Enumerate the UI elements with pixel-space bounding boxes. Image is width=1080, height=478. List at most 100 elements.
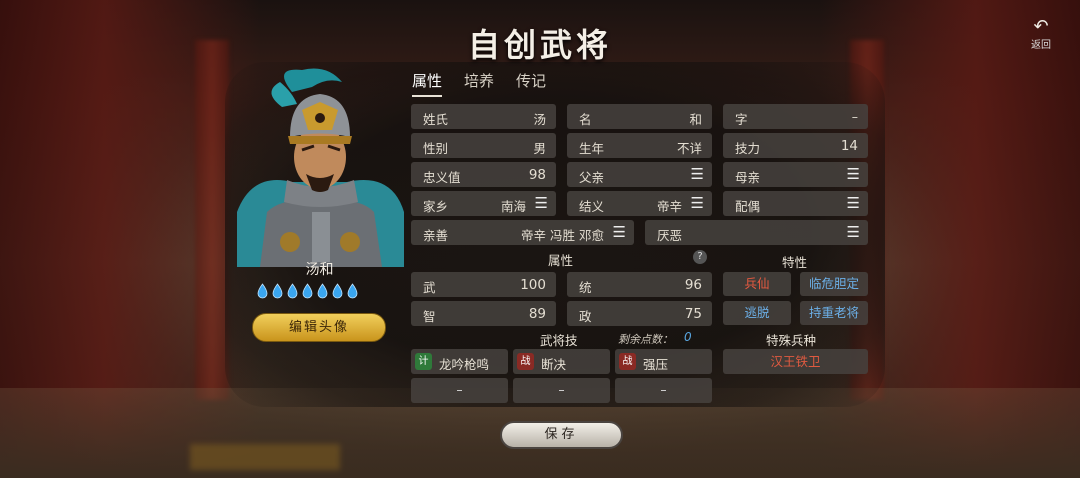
tab-bar: 属性 培养 传记	[412, 70, 546, 97]
menu-icon[interactable]: ☰	[847, 195, 860, 211]
field-label: 生年	[579, 141, 605, 156]
skill-slot[interactable]: 战 强压	[615, 349, 712, 374]
skill-slot[interactable]: 战 断决	[513, 349, 610, 374]
hero-portrait	[232, 62, 407, 267]
field-label: 家乡	[423, 199, 449, 214]
star-gem-icon	[287, 283, 298, 299]
menu-icon[interactable]: ☰	[847, 166, 860, 182]
back-label: 返回	[1031, 40, 1051, 51]
field-friendly[interactable]: 亲善 帝辛 冯胜 邓愈 ☰	[411, 220, 634, 245]
menu-icon[interactable]: ☰	[535, 195, 548, 211]
back-arrow-icon: ↶	[1033, 16, 1049, 37]
menu-icon[interactable]: ☰	[691, 195, 704, 211]
field-courtesy-name[interactable]: 字 –	[723, 104, 868, 129]
hero-portrait-image	[237, 68, 404, 267]
field-skill-power[interactable]: 技力 14	[723, 133, 868, 158]
stat-intellect[interactable]: 智 89	[411, 301, 556, 326]
skill-type-badge: 战	[517, 353, 534, 370]
star-gem-icon	[302, 283, 313, 299]
star-gem-icon	[332, 283, 343, 299]
field-label: 配偶	[735, 199, 761, 214]
tab-attributes[interactable]: 属性	[412, 70, 443, 97]
skill-name: 龙吟枪鸣	[439, 357, 490, 372]
field-label: 姓氏	[423, 112, 449, 127]
edit-portrait-button[interactable]: 编辑头像	[252, 313, 386, 342]
special-troop-section-title: 特殊兵种	[766, 333, 817, 348]
field-surname[interactable]: 姓氏 汤	[411, 104, 556, 129]
menu-icon[interactable]: ☰	[691, 166, 704, 182]
star-gem-icon	[317, 283, 328, 299]
stat-value: 96	[684, 277, 702, 293]
skill-name: 强压	[643, 357, 669, 372]
field-label: 结义	[579, 199, 605, 214]
field-father[interactable]: 父亲 ☰	[567, 162, 712, 187]
field-loyalty[interactable]: 忠义值 98	[411, 162, 556, 187]
field-label: 技力	[735, 141, 761, 156]
field-given-name[interactable]: 名 和	[567, 104, 712, 129]
field-label: 忠义值	[423, 170, 461, 185]
empty-skill-slot[interactable]: –	[411, 378, 508, 403]
empty-slot-dash: –	[660, 382, 667, 397]
special-troop-slot[interactable]: 汉王铁卫	[723, 349, 868, 374]
trait-item[interactable]: 持重老将	[800, 301, 868, 325]
trait-item[interactable]: 兵仙	[723, 272, 791, 296]
field-hometown[interactable]: 家乡 南海 ☰	[411, 191, 556, 216]
skills-section-title: 武将技	[540, 333, 578, 348]
skill-name: 断决	[541, 357, 567, 372]
field-label: 名	[579, 112, 592, 127]
field-value: –	[851, 109, 858, 124]
background-pillar	[195, 40, 229, 400]
background-rug	[190, 444, 340, 470]
stat-command[interactable]: 统 96	[567, 272, 712, 297]
field-mother[interactable]: 母亲 ☰	[723, 162, 868, 187]
empty-slot-dash: –	[558, 382, 565, 397]
tab-training[interactable]: 培养	[464, 70, 494, 97]
hero-name: 汤和	[305, 262, 334, 278]
star-gem-icon	[347, 283, 358, 299]
attributes-section-title: 属性	[548, 253, 574, 268]
save-button[interactable]: 保存	[500, 421, 623, 449]
field-value: 帝辛	[656, 199, 682, 214]
stat-label: 智	[423, 309, 436, 324]
field-label: 字	[735, 112, 748, 127]
page-title: 自创武将	[467, 26, 612, 64]
field-spouse[interactable]: 配偶 ☰	[723, 191, 868, 216]
field-dislike[interactable]: 厌恶 ☰	[645, 220, 868, 245]
field-value: 14	[840, 138, 858, 154]
field-label: 亲善	[423, 228, 449, 243]
remaining-points-label: 剩余点数：	[618, 333, 673, 346]
tab-biography[interactable]: 传记	[516, 70, 546, 97]
menu-icon[interactable]: ☰	[613, 224, 626, 240]
field-label: 父亲	[579, 170, 605, 185]
star-gem-icon	[257, 283, 268, 299]
trait-item[interactable]: 临危胆定	[800, 272, 868, 296]
stat-label: 武	[423, 280, 436, 295]
back-button[interactable]: ↶ 返回	[1024, 16, 1058, 52]
field-gender[interactable]: 性别 男	[411, 133, 556, 158]
menu-icon[interactable]: ☰	[847, 224, 860, 240]
field-sworn-sibling[interactable]: 结义 帝辛 ☰	[567, 191, 712, 216]
traits-section-title: 特性	[782, 255, 808, 270]
skill-type-badge: 计	[415, 353, 432, 370]
skill-type-badge: 战	[619, 353, 636, 370]
field-value: 南海	[500, 199, 526, 214]
stat-war[interactable]: 武 100	[411, 272, 556, 297]
field-value: 男	[533, 141, 546, 156]
stat-value: 89	[528, 306, 546, 322]
field-birth-year[interactable]: 生年 不详	[567, 133, 712, 158]
star-gem-icon	[272, 283, 283, 299]
field-value: 98	[528, 167, 546, 183]
star-gems	[256, 283, 359, 299]
stat-label: 政	[579, 309, 592, 324]
field-value: 帝辛 冯胜 邓愈	[521, 228, 604, 243]
stat-politics[interactable]: 政 75	[567, 301, 712, 326]
empty-skill-slot[interactable]: –	[615, 378, 712, 403]
stat-value: 100	[520, 277, 546, 293]
empty-skill-slot[interactable]: –	[513, 378, 610, 403]
trait-item[interactable]: 逃脱	[723, 301, 791, 325]
empty-slot-dash: –	[456, 382, 463, 397]
field-value: 和	[689, 112, 702, 127]
field-label: 性别	[423, 141, 449, 156]
help-icon[interactable]: ?	[693, 250, 707, 264]
skill-slot[interactable]: 计 龙吟枪鸣	[411, 349, 508, 374]
